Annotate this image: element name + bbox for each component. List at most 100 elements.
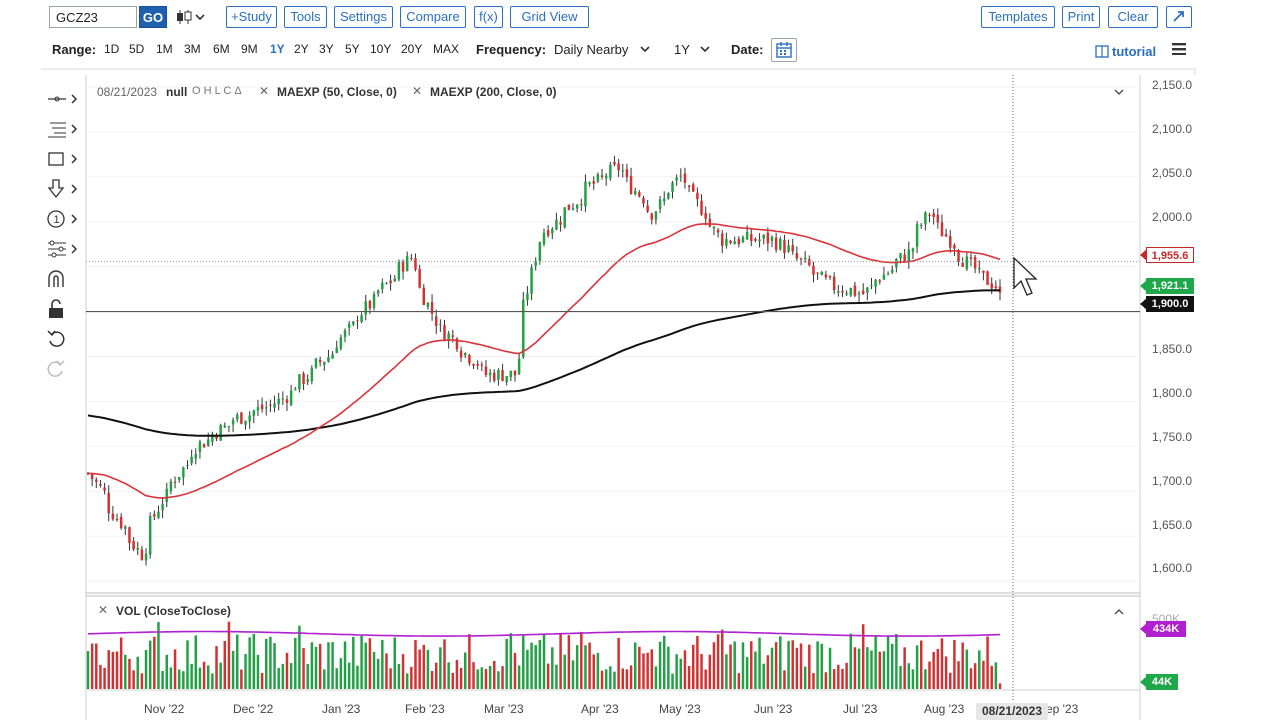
volume-bar xyxy=(700,654,703,689)
volume-bar xyxy=(696,636,699,689)
volume-ma-badge: 434K xyxy=(1146,621,1186,637)
volume-bar xyxy=(604,669,608,689)
candle-body xyxy=(144,553,148,561)
redo-button[interactable] xyxy=(44,357,84,381)
candle-body xyxy=(260,404,264,410)
volume-bar xyxy=(982,660,985,689)
volume-bar xyxy=(281,663,285,689)
annotation-tool[interactable]: 1 xyxy=(44,207,84,231)
candle-body xyxy=(476,364,479,366)
arrow-down-icon xyxy=(47,179,78,199)
legend-volume[interactable]: VOL (CloseToClose) xyxy=(116,604,231,618)
volume-bar xyxy=(451,672,455,689)
volume-bar xyxy=(488,666,492,689)
volume-bar xyxy=(737,673,741,689)
volume-bar xyxy=(381,639,384,689)
fibonacci-icon xyxy=(48,122,78,138)
volume-bar xyxy=(779,636,782,689)
volume-bar xyxy=(961,642,964,689)
chevron-down-icon[interactable] xyxy=(1114,89,1124,96)
candle-body xyxy=(949,236,952,248)
volume-bar xyxy=(691,644,695,689)
volume-bar xyxy=(198,667,202,689)
candle-body xyxy=(522,299,525,358)
candle-body xyxy=(368,300,372,309)
candle-body xyxy=(534,261,537,266)
legend-ma200[interactable]: MAEXP (200, Close, 0) xyxy=(430,85,557,99)
volume-bar xyxy=(107,650,110,689)
volume-bar xyxy=(343,641,347,689)
candle-body xyxy=(281,398,285,400)
fibonacci-tool[interactable] xyxy=(44,117,84,141)
candle-body xyxy=(882,274,886,280)
candle-body xyxy=(584,181,587,207)
volume-bar xyxy=(978,650,981,689)
candle-body xyxy=(633,190,637,195)
volume-bar xyxy=(621,668,625,689)
crosshair-tool[interactable] xyxy=(44,87,84,111)
candle-body xyxy=(866,287,869,293)
volume-bar xyxy=(745,657,749,689)
candle-body xyxy=(691,184,695,192)
time-tick: Feb '23 xyxy=(405,702,445,716)
candle-body xyxy=(401,262,405,272)
price-tick: 1,600.0 xyxy=(1152,561,1193,575)
undo-button[interactable] xyxy=(44,327,84,351)
volume-bar xyxy=(895,633,898,689)
candle-body xyxy=(463,353,467,356)
marker-tool[interactable] xyxy=(44,177,84,201)
candle-body xyxy=(799,258,803,260)
volume-bar xyxy=(289,663,293,689)
volume-bar xyxy=(111,651,115,689)
volume-bar xyxy=(924,669,927,689)
close-icon[interactable]: ✕ xyxy=(98,603,108,617)
candle-body xyxy=(194,453,198,459)
candle-body xyxy=(393,278,397,282)
volume-bar xyxy=(754,651,757,689)
volume-bar xyxy=(808,644,811,689)
level-price-badge: 1,900.0 xyxy=(1146,296,1194,312)
candle-body xyxy=(588,182,591,185)
candle-body xyxy=(982,270,985,273)
candle-body xyxy=(783,239,786,253)
candle-body xyxy=(551,228,554,234)
time-tick: Mar '23 xyxy=(484,702,524,716)
legend-ma50[interactable]: MAEXP (50, Close, 0) xyxy=(277,85,397,99)
candle-body xyxy=(153,514,156,517)
volume-bar xyxy=(725,654,728,689)
candle-body xyxy=(132,540,135,550)
candle-body xyxy=(932,213,935,217)
candle-body xyxy=(857,293,861,295)
chevron-up-icon[interactable] xyxy=(1114,608,1124,615)
legend-ohlc-fields: O H L C Δ xyxy=(192,85,242,97)
volume-bar xyxy=(671,673,674,689)
volume-bar xyxy=(758,637,761,689)
shape-tool[interactable] xyxy=(44,147,84,171)
candle-body xyxy=(410,257,413,259)
volume-bar xyxy=(555,664,558,689)
volume-bar xyxy=(136,656,139,689)
candle-body xyxy=(318,359,322,363)
volume-bar xyxy=(252,633,256,689)
volume-bar xyxy=(327,642,330,689)
candle-body xyxy=(389,280,392,284)
volume-bar xyxy=(907,663,911,689)
volume-bar xyxy=(372,651,376,689)
volume-bar xyxy=(206,665,210,689)
magnet-tool[interactable] xyxy=(44,267,84,291)
close-icon[interactable]: ✕ xyxy=(412,84,422,98)
volume-bar xyxy=(861,624,865,689)
pattern-tool[interactable] xyxy=(44,237,84,261)
close-icon[interactable]: ✕ xyxy=(259,84,269,98)
volume-bar xyxy=(190,663,193,689)
candle-body xyxy=(741,237,745,243)
candle-body xyxy=(683,173,687,183)
candle-body xyxy=(252,410,256,416)
volume-bar xyxy=(347,662,351,689)
candle-body xyxy=(327,357,330,362)
lock-tool[interactable] xyxy=(44,297,84,321)
candle-body xyxy=(302,373,305,385)
candle-body xyxy=(235,414,239,420)
candle-body xyxy=(770,236,774,241)
legend-ohlc-value: null xyxy=(166,85,188,99)
